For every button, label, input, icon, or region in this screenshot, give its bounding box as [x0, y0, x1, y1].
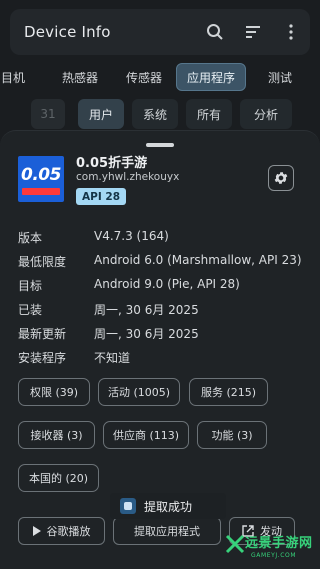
drag-handle[interactable] — [146, 143, 174, 147]
toast-app-icon — [120, 498, 136, 514]
search-icon[interactable] — [196, 9, 234, 55]
tab-apps[interactable]: 应用程序 — [176, 63, 246, 91]
tab-sensors[interactable]: 传感器 — [118, 63, 170, 91]
app-name: 0.05折手游 — [76, 156, 148, 171]
tab-camera[interactable]: 目机 — [0, 63, 32, 91]
more-vert-icon[interactable] — [272, 9, 310, 55]
extract-apk-button[interactable]: 提取应用程式 — [113, 517, 221, 545]
native-libs-button[interactable]: 本国的 (20) — [18, 464, 99, 492]
package-name: com.yhwl.zhekouyx — [76, 171, 180, 183]
toast-message: 提取成功 — [110, 493, 226, 519]
app-bar: Device Info — [10, 9, 310, 55]
play-icon — [32, 526, 41, 536]
app-count-badge: 31 — [31, 99, 65, 129]
permissions-button[interactable]: 权限 (39) — [18, 378, 90, 406]
tab-tests[interactable]: 测试 — [260, 63, 300, 91]
tab-thermal[interactable]: 热感器 — [56, 63, 104, 91]
filter-all[interactable]: 所有 — [186, 99, 232, 129]
filter-system[interactable]: 系统 — [132, 99, 178, 129]
category-tabs: 目机 热感器 传感器 应用程序 测试 — [0, 62, 320, 92]
watermark-icon — [225, 534, 245, 554]
app-title: Device Info — [24, 23, 111, 41]
app-settings-button[interactable] — [268, 165, 294, 191]
sort-icon[interactable] — [234, 9, 272, 55]
play-store-button[interactable]: 谷歌播放 — [18, 517, 105, 545]
receivers-button[interactable]: 接收器 (3) — [18, 421, 95, 449]
providers-button[interactable]: 供应商 (113) — [103, 421, 189, 449]
filter-analysis[interactable]: 分析 — [240, 99, 292, 129]
app-logo-icon: 0.05 — [18, 156, 64, 202]
app-detail-sheet: 0.05 0.05折手游 com.yhwl.zhekouyx API 28 版本… — [0, 130, 320, 569]
app-filter-bar: 31 用户 系统 所有 分析 — [0, 99, 320, 129]
services-button[interactable]: 服务 (215) — [189, 378, 268, 406]
api-level-badge: API 28 — [76, 188, 126, 205]
watermark-logo: 远景手游网 GAMEYJ.COM — [225, 530, 320, 568]
filter-user[interactable]: 用户 — [78, 99, 124, 129]
activities-button[interactable]: 活动 (1005) — [98, 378, 180, 406]
features-button[interactable]: 功能 (3) — [197, 421, 267, 449]
gear-icon — [274, 172, 288, 184]
